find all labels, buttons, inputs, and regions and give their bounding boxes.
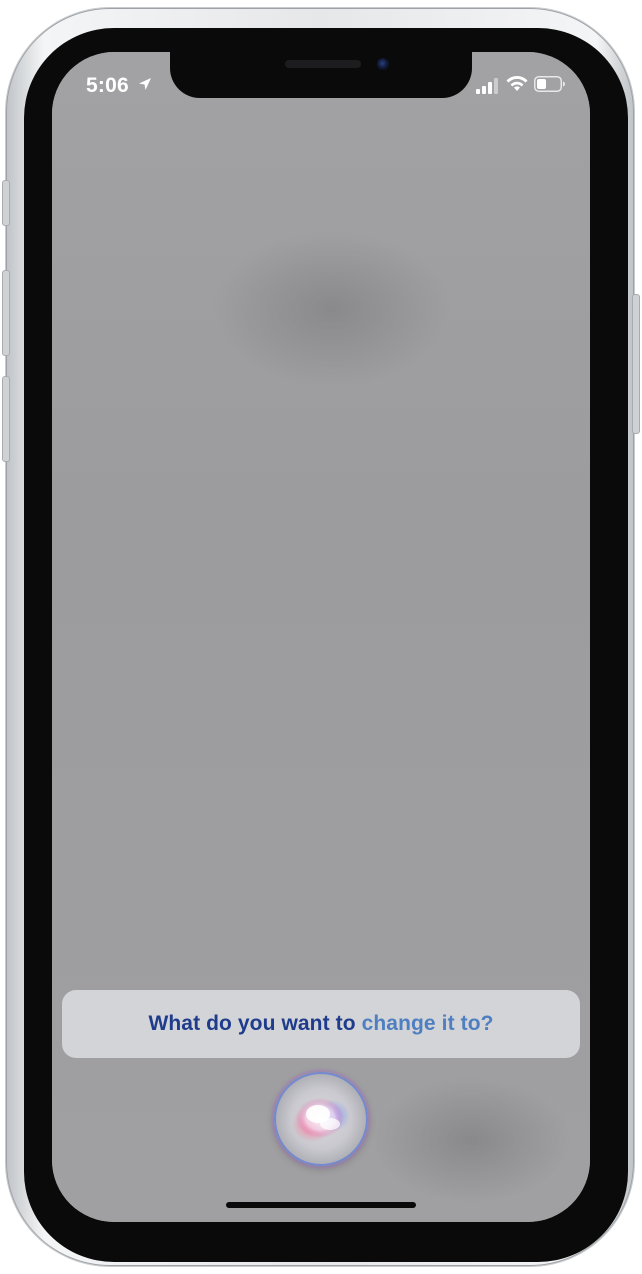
phone-screen: 5:06 What do you want to change it to? <box>52 52 590 1222</box>
cellular-signal-icon <box>476 78 498 94</box>
siri-orb-button[interactable] <box>274 1072 368 1166</box>
volume-up-button <box>2 270 10 356</box>
status-time: 5:06 <box>86 74 129 97</box>
siri-prompt-text: What do you want to change it to? <box>148 1012 493 1036</box>
front-camera <box>377 58 389 70</box>
siri-response-card: What do you want to change it to? <box>62 990 580 1058</box>
notch <box>170 52 472 98</box>
volume-down-button <box>2 376 10 462</box>
power-button <box>632 294 640 434</box>
home-indicator[interactable] <box>226 1202 416 1208</box>
siri-prompt-part1: What do you want to <box>148 1012 362 1035</box>
siri-prompt-part2: change it to? <box>361 1012 494 1035</box>
siri-orb-icon <box>292 1098 350 1142</box>
location-arrow-icon <box>139 78 151 90</box>
silent-switch <box>2 180 10 226</box>
wifi-icon <box>506 76 528 91</box>
earpiece-speaker <box>285 60 361 68</box>
battery-icon <box>534 76 565 92</box>
